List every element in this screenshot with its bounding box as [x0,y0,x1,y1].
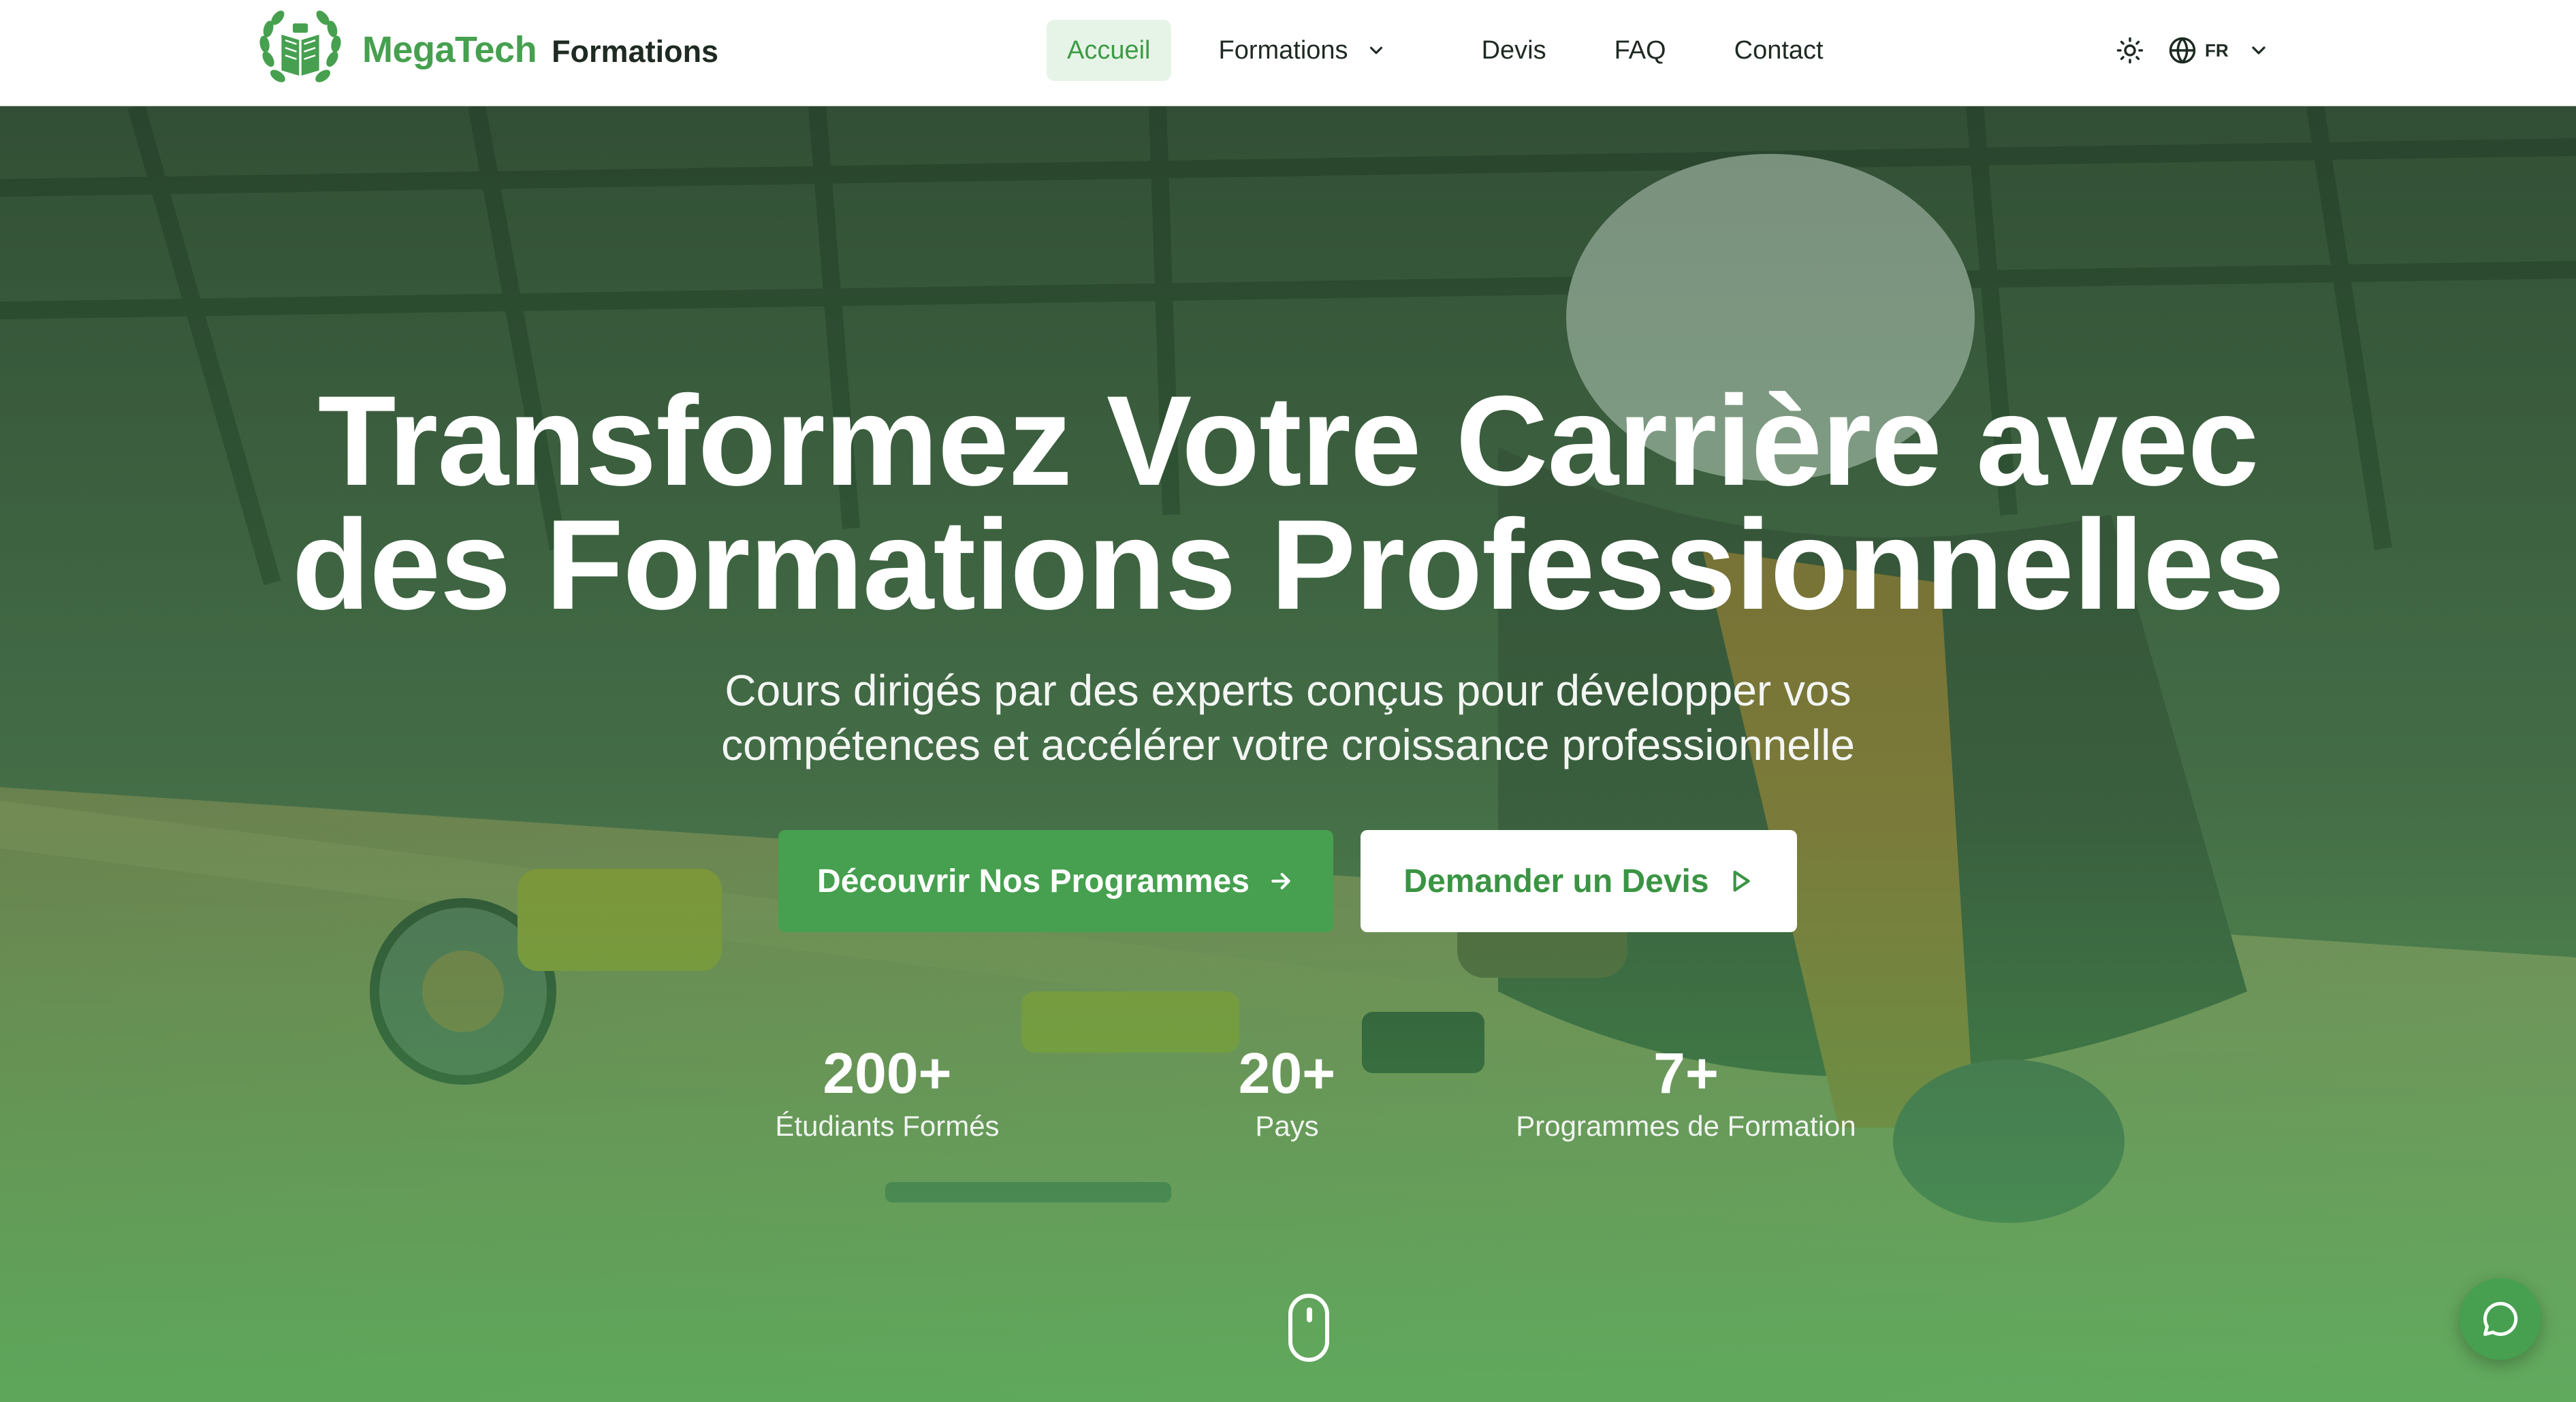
scroll-down-indicator[interactable] [1288,1294,1329,1362]
nav-faq[interactable]: FAQ [1594,20,1687,81]
logo-link[interactable]: MegaTech Formations [253,3,718,97]
nav-devis-label: Devis [1481,35,1546,65]
main-nav: Accueil Formations Devis FAQ Contact [1047,20,1844,81]
language-selector[interactable]: FR [2168,36,2270,65]
header-tools: FR [2110,30,2270,71]
nav-faq-label: FAQ [1614,35,1666,65]
arrow-right-icon [1271,872,1290,890]
stat-label: Pays [1255,1110,1319,1142]
site-header: MegaTech Formations Accueil Formations D… [0,0,2576,106]
nav-accueil-label: Accueil [1067,35,1151,65]
hero-title-line2: des Formations Professionnelles [291,493,2285,636]
stat-programs: 7+ Programmes de Formation [1482,1039,1890,1145]
request-quote-label: Demander un Devis [1403,863,1709,899]
hero-subtitle-line2: compétences et accélérer votre croissanc… [721,720,1855,769]
hero-subtitle: Cours dirigés par des experts conçus pou… [613,663,1963,772]
stat-value: 7+ [1653,1041,1719,1105]
language-code: FR [2205,39,2229,61]
discover-programs-button[interactable]: Découvrir Nos Programmes [778,830,1333,932]
brand-name: MegaTech [362,29,537,70]
request-quote-button[interactable]: Demander un Devis [1361,830,1797,932]
stat-value: 20+ [1238,1041,1336,1105]
nav-formations-label: Formations [1218,35,1348,65]
chat-bubble-icon [2483,1301,2518,1336]
hero-title: Transformez Votre Carrière avec des Form… [0,369,2576,636]
globe-icon [2169,37,2196,64]
hero-section: Transformez Votre Carrière avec des Form… [0,106,2576,1402]
nav-accueil[interactable]: Accueil [1047,20,1171,81]
chat-button[interactable] [2460,1278,2541,1360]
sun-icon [2116,37,2144,64]
brand-subtitle: Formations [552,34,719,69]
chevron-down-icon [1369,46,1382,54]
book-laurel-icon [255,4,346,95]
stat-label: Étudiants Formés [775,1110,1000,1142]
discover-programs-label: Découvrir Nos Programmes [817,863,1250,899]
stat-countries: 20+ Pays [1151,1039,1423,1145]
hero-title-line1: Transformez Votre Carrière avec [317,369,2259,512]
nav-contact[interactable]: Contact [1714,20,1844,81]
stat-students: 200+ Étudiants Formés [751,1039,1023,1145]
page: MegaTech Formations Accueil Formations D… [0,0,2576,1402]
mouse-wheel [1307,1307,1312,1322]
nav-contact-label: Contact [1734,35,1824,65]
chevron-down-icon [2252,46,2265,54]
nav-formations[interactable]: Formations [1198,20,1407,81]
hero-subtitle-line1: Cours dirigés par des experts conçus pou… [725,666,1851,715]
nav-devis[interactable]: Devis [1461,20,1567,81]
theme-toggle[interactable] [2110,30,2150,71]
stat-label: Programmes de Formation [1516,1110,1856,1142]
play-icon [1733,870,1750,892]
stat-value: 200+ [823,1041,952,1105]
